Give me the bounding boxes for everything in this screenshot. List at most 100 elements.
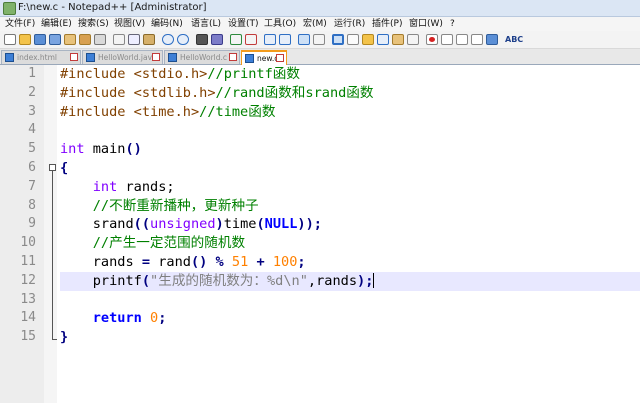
record-macro-icon[interactable] xyxy=(426,34,438,45)
save-macro-icon[interactable] xyxy=(486,34,498,45)
stop-record-icon[interactable] xyxy=(441,34,453,45)
close-icon[interactable] xyxy=(64,34,76,45)
preprocessor-directive: #include <stdio.h> xyxy=(60,66,208,82)
redo-icon[interactable] xyxy=(177,34,189,45)
word-wrap-icon[interactable] xyxy=(298,34,310,45)
close-tab-icon[interactable] xyxy=(229,53,237,61)
code-line: #include <stdlib.h>//rand函数和srand函数 xyxy=(60,84,640,103)
return-keyword: return xyxy=(92,310,142,327)
identifier: time xyxy=(223,216,257,233)
identifier: printf xyxy=(92,272,142,289)
text-cursor xyxy=(373,273,375,289)
code-line: #include <stdio.h>//printf函数 xyxy=(60,65,640,84)
spell-check-icon[interactable]: ABC xyxy=(505,34,523,45)
operator: ( xyxy=(256,216,265,233)
monitoring-icon[interactable] xyxy=(407,34,419,45)
indent-guide-icon[interactable] xyxy=(332,34,344,45)
menu-search[interactable]: 搜索(S) xyxy=(78,17,109,31)
save-icon[interactable] xyxy=(34,34,46,45)
operator: % xyxy=(215,253,224,270)
undo-icon[interactable] xyxy=(162,34,174,45)
tab-label: index.html xyxy=(17,53,57,62)
user-language-icon[interactable] xyxy=(347,34,359,45)
operator: ); xyxy=(357,272,374,289)
operator: ( xyxy=(141,272,151,289)
preprocessor-directive: #include <stdlib.h> xyxy=(60,84,216,101)
current-code-line: printf("生成的随机数为：%d\n",rands); xyxy=(60,271,640,291)
sync-horizontal-icon[interactable] xyxy=(279,34,291,45)
menu-language[interactable]: 语言(L) xyxy=(191,17,221,31)
menu-plugins[interactable]: 插件(P) xyxy=(372,17,402,31)
zoom-in-icon[interactable] xyxy=(230,34,242,45)
line-number: 7 xyxy=(28,178,36,194)
type-keyword: int xyxy=(60,141,85,158)
menu-window[interactable]: 窗口(W) xyxy=(409,17,443,31)
line-number: 10 xyxy=(20,235,36,251)
folder-workspace-icon[interactable] xyxy=(392,34,404,45)
preprocessor-directive: #include <time.h> xyxy=(60,103,200,120)
menu-macro[interactable]: 宏(M) xyxy=(303,17,327,31)
line-number: 15 xyxy=(20,329,36,345)
menu-view[interactable]: 视图(V) xyxy=(114,17,145,31)
run-macro-multiple-icon[interactable] xyxy=(471,34,483,45)
operator: ; xyxy=(158,310,167,327)
menu-settings[interactable]: 设置(T) xyxy=(228,17,259,31)
print-icon[interactable] xyxy=(94,34,106,45)
cut-icon[interactable] xyxy=(113,34,125,45)
code-line: srand((unsigned)time(NULL)); xyxy=(60,215,640,234)
operator: (( xyxy=(133,216,151,233)
tab-bar: index.html HelloWorld.java HelloWorld.c … xyxy=(0,49,640,65)
code-line: return 0; xyxy=(60,309,640,328)
line-number: 9 xyxy=(28,216,36,232)
menu-help[interactable]: ? xyxy=(450,17,455,31)
play-macro-icon[interactable] xyxy=(456,34,468,45)
menu-bar: 文件(F) 编辑(E) 搜索(S) 视图(V) 编码(N) 语言(L) 设置(T… xyxy=(0,17,640,31)
show-all-chars-icon[interactable] xyxy=(313,34,325,45)
code-line: { xyxy=(60,159,640,178)
menu-tools[interactable]: 工具(O) xyxy=(264,17,296,31)
save-all-icon[interactable] xyxy=(49,34,61,45)
new-file-icon[interactable] xyxy=(4,34,16,45)
close-tab-icon[interactable] xyxy=(152,53,160,61)
code-text[interactable]: #include <stdio.h>//printf函数 #include <s… xyxy=(60,65,640,347)
number-literal: 0 xyxy=(150,310,159,327)
file-icon xyxy=(245,54,254,63)
menu-encoding[interactable]: 编码(N) xyxy=(151,17,183,31)
operator: )); xyxy=(297,216,322,233)
title-bar: F:\new.c - Notepad++ [Administrator] xyxy=(0,0,640,17)
doc-map-icon[interactable] xyxy=(362,34,374,45)
function-list-icon[interactable] xyxy=(377,34,389,45)
comment: //time函数 xyxy=(199,103,276,120)
open-file-icon[interactable] xyxy=(19,34,31,45)
tab-helloworld-c[interactable]: HelloWorld.c xyxy=(164,50,240,64)
tab-new-c[interactable]: new.c xyxy=(241,50,287,65)
zoom-out-icon[interactable] xyxy=(245,34,257,45)
menu-file[interactable]: 文件(F) xyxy=(5,17,35,31)
close-all-icon[interactable] xyxy=(79,34,91,45)
close-tab-icon[interactable] xyxy=(276,54,284,62)
line-number: 4 xyxy=(28,122,36,138)
paste-icon[interactable] xyxy=(143,34,155,45)
tab-helloworld-java[interactable]: HelloWorld.java xyxy=(82,50,163,64)
sync-vertical-icon[interactable] xyxy=(264,34,276,45)
number-literal: 51 xyxy=(231,253,249,270)
code-editor[interactable]: 1 2 3 4 5 6 7 8 9 10 11 12 13 14 15 #inc… xyxy=(0,65,640,403)
fold-toggle-icon[interactable] xyxy=(49,164,56,171)
code-line: int rands; xyxy=(60,178,640,197)
line-number: 2 xyxy=(28,84,36,100)
close-tab-icon[interactable] xyxy=(70,53,78,61)
copy-icon[interactable] xyxy=(128,34,140,45)
menu-edit[interactable]: 编辑(E) xyxy=(41,17,72,31)
tab-index-html[interactable]: index.html xyxy=(1,50,81,64)
replace-icon[interactable] xyxy=(211,34,223,45)
find-icon[interactable] xyxy=(196,34,208,45)
brace: } xyxy=(60,329,69,346)
menu-run[interactable]: 运行(R) xyxy=(334,17,365,31)
